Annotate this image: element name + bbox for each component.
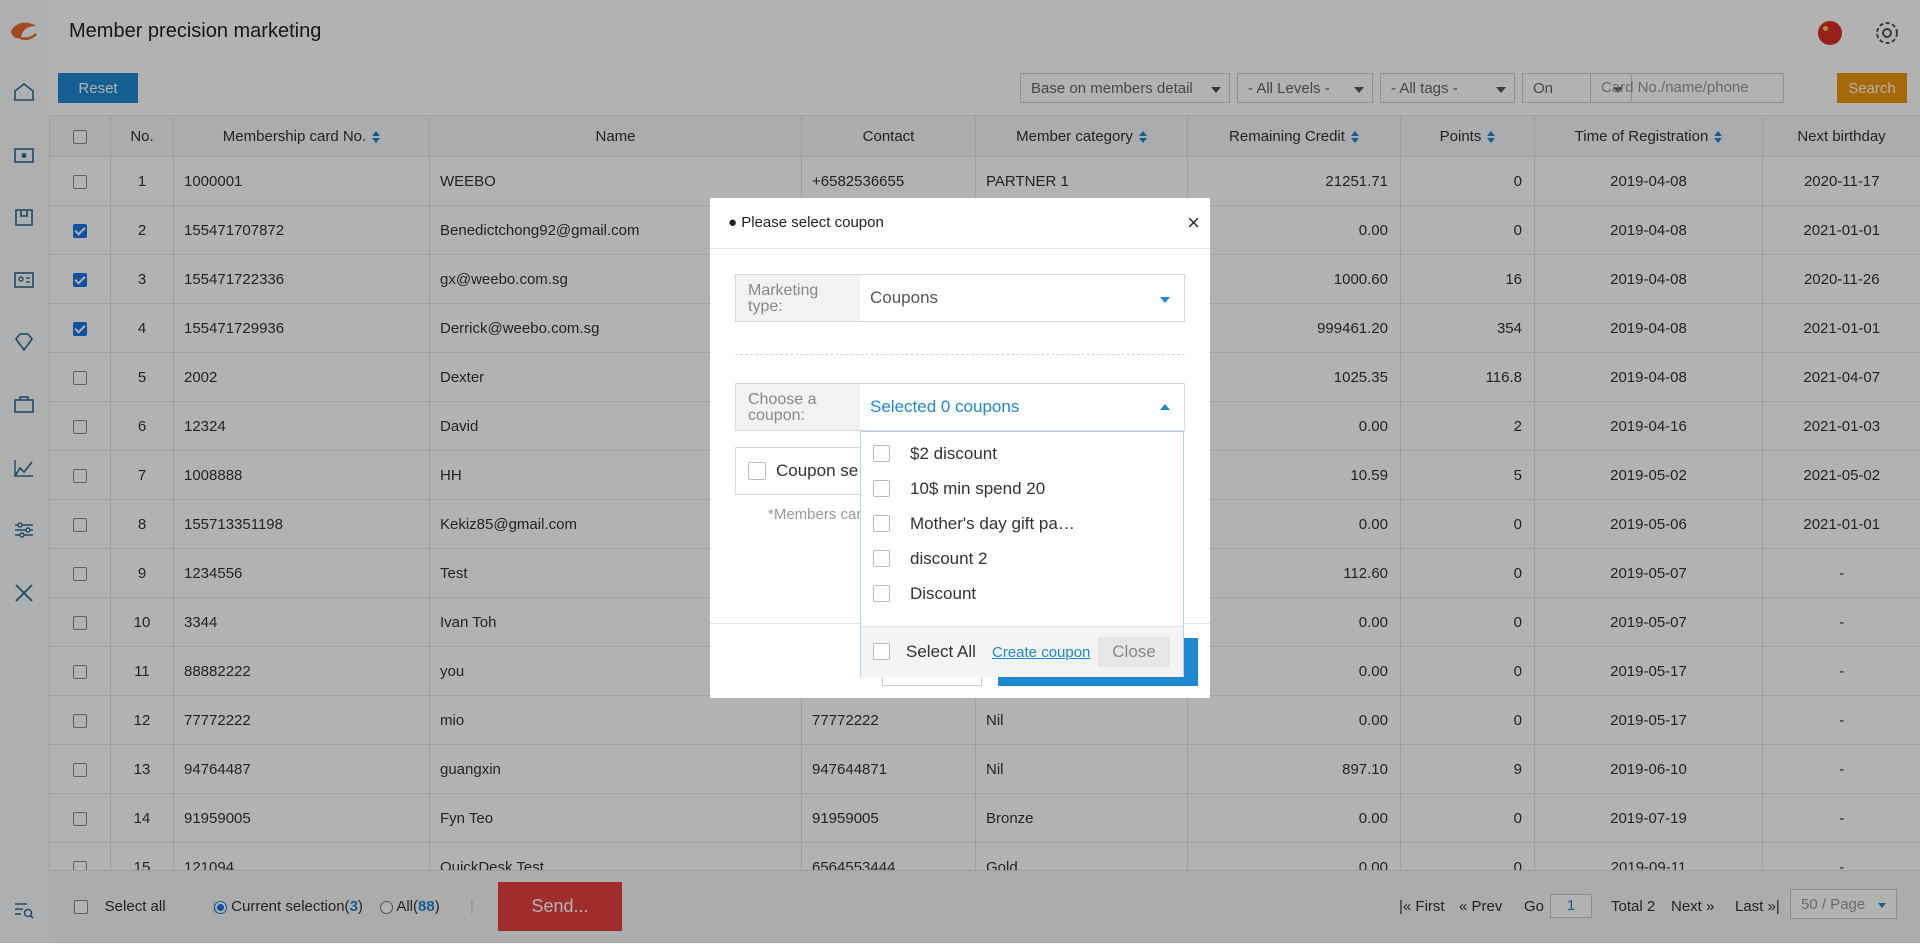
checkbox[interactable] (873, 515, 890, 532)
coupon-option[interactable]: 10$ min spend 20 (861, 473, 1183, 503)
coupon-option[interactable]: discount 2 (861, 543, 1183, 573)
choose-coupon-label: Choose a coupon: (736, 384, 860, 430)
close-button[interactable]: Close (1098, 637, 1170, 667)
coupon-option-label: Mother's day gift pa… (910, 514, 1075, 534)
checkbox[interactable] (873, 585, 890, 602)
marketing-type-value: Coupons (870, 288, 938, 308)
checkbox[interactable] (748, 462, 766, 480)
checkbox[interactable] (873, 445, 890, 462)
coupon-se-label: Coupon se (776, 461, 858, 481)
select-all-checkbox[interactable] (873, 643, 890, 660)
checkbox[interactable] (873, 550, 890, 567)
checkbox[interactable] (873, 480, 890, 497)
coupon-option-label: Discount (910, 584, 976, 604)
coupon-se-field[interactable]: Coupon se (735, 447, 875, 495)
coupon-option[interactable]: $2 discount (861, 438, 1183, 468)
coupon-option[interactable]: Discount (861, 578, 1183, 608)
modal-title: ● Please select coupon (728, 214, 884, 231)
chevron-up-icon (1160, 404, 1170, 410)
coupon-option-label: $2 discount (910, 444, 997, 464)
create-coupon-link[interactable]: Create coupon (992, 644, 1090, 661)
coupon-option-label: discount 2 (910, 549, 988, 569)
choose-coupon-value: Selected 0 coupons (870, 397, 1019, 417)
marketing-type-label: Marketing type: (736, 275, 860, 321)
dropdown-footer: Select All Create coupon Close (861, 626, 1183, 677)
coupon-option[interactable]: Mother's day gift pa… (861, 508, 1183, 538)
divider (735, 354, 1185, 355)
select-all-label: Select All (906, 642, 976, 662)
choose-coupon-field[interactable]: Choose a coupon: Selected 0 coupons (735, 383, 1185, 431)
marketing-type-field[interactable]: Marketing type: Coupons (735, 274, 1185, 322)
coupon-option-label: 10$ min spend 20 (910, 479, 1045, 499)
close-icon[interactable]: × (1187, 210, 1200, 236)
chevron-down-icon (1160, 297, 1170, 303)
members-note: *Members car (768, 506, 861, 523)
coupon-dropdown: $2 discount 10$ min spend 20 Mother's day … (860, 431, 1184, 677)
modal-header: ● Please select coupon × (710, 198, 1210, 249)
